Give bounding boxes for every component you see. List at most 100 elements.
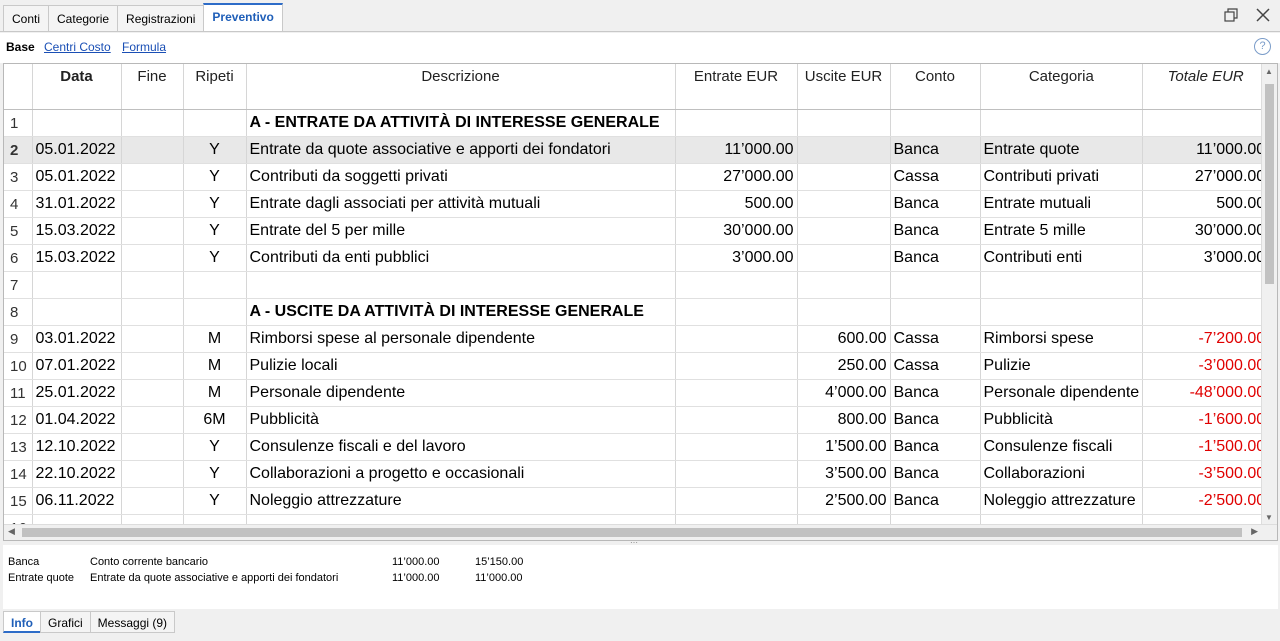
column-header-rownum[interactable] [4,64,33,110]
description-cell[interactable]: Entrate dagli associati per attività mut… [246,190,676,218]
repeat-cell[interactable]: M [183,352,247,380]
total-cell[interactable]: 11’000.00 [1142,136,1270,164]
description-cell[interactable]: Pulizie locali [246,352,676,380]
income-cell[interactable] [675,325,798,353]
table-row[interactable]: 14 22.10.2022 Y Collaborazioni a progetto e… [4,460,1270,488]
account-cell[interactable]: Banca [890,217,981,245]
description-cell[interactable]: Collaborazioni a progetto e occasionali [246,460,676,488]
description-cell[interactable]: Personale dipendente [246,379,676,407]
expense-cell[interactable] [797,217,891,245]
table-row[interactable]: 12 01.04.2022 6M Pubblicità 800.00 Banca Pubbl… [4,406,1270,434]
category-cell[interactable]: Entrate mutuali [980,190,1144,218]
horizontal-scrollbar[interactable]: ◀ ▶ [4,524,1277,540]
account-cell[interactable]: Banca [890,136,981,164]
table-row[interactable]: 4 31.01.2022 Y Entrate dagli associati per … [4,190,1270,218]
repeat-cell[interactable]: Y [183,460,247,488]
expense-cell[interactable] [797,163,891,191]
column-header-data[interactable]: Data [32,64,122,110]
table-row[interactable]: 13 12.10.2022 Y Consulenze fiscali e del la… [4,433,1270,461]
total-cell[interactable]: -3’000.00 [1142,352,1270,380]
account-cell[interactable]: Cassa [890,352,981,380]
category-cell[interactable]: Contributi privati [980,163,1144,191]
account-cell[interactable]: Banca [890,487,981,515]
date-cell[interactable]: 31.01.2022 [32,190,122,218]
date-cell[interactable]: 12.10.2022 [32,433,122,461]
table-row[interactable]: 6 15.03.2022 Y Contributi da enti pubblici 3… [4,244,1270,272]
account-cell[interactable]: Banca [890,244,981,272]
account-cell[interactable] [890,298,981,326]
end-date-cell[interactable] [121,190,184,218]
column-header-ripeti[interactable]: Ripeti [183,64,247,110]
expense-cell[interactable] [797,271,891,299]
account-cell[interactable]: Banca [890,190,981,218]
column-header-descrizione[interactable]: Descrizione [246,64,676,110]
scroll-right-icon[interactable]: ▶ [1251,526,1258,537]
scroll-left-icon[interactable]: ◀ [8,526,15,537]
end-date-cell[interactable] [121,487,184,515]
tab-grafici[interactable]: Grafici [40,611,91,633]
expense-cell[interactable]: 1’500.00 [797,433,891,461]
table-row[interactable]: 5 15.03.2022 Y Entrate del 5 per mille 30’00… [4,217,1270,245]
end-date-cell[interactable] [121,298,184,326]
description-cell[interactable]: Entrate da quote associative e apporti d… [246,136,676,164]
column-header-conto[interactable]: Conto [890,64,981,110]
repeat-cell[interactable] [183,109,247,137]
repeat-cell[interactable]: Y [183,487,247,515]
category-cell[interactable]: Personale dipendente [980,379,1144,407]
date-cell[interactable] [32,109,122,137]
date-cell[interactable]: 15.03.2022 [32,244,122,272]
repeat-cell[interactable]: Y [183,190,247,218]
repeat-cell[interactable]: Y [183,433,247,461]
tab-registrazioni[interactable]: Registrazioni [117,5,205,31]
repeat-cell[interactable]: Y [183,136,247,164]
account-cell[interactable]: Banca [890,460,981,488]
account-cell[interactable]: Cassa [890,163,981,191]
end-date-cell[interactable] [121,217,184,245]
description-cell[interactable]: Pubblicità [246,406,676,434]
expense-cell[interactable] [797,190,891,218]
expense-cell[interactable]: 250.00 [797,352,891,380]
restore-window-icon[interactable] [1224,8,1238,22]
table-row[interactable]: 15 06.11.2022 Y Noleggio attrezzature 2’500.… [4,487,1270,515]
table-row[interactable]: 8 A - USCITE DA ATTIVITÀ DI INTERESSE GEN… [4,298,1270,326]
description-cell[interactable]: Rimborsi spese al personale dipendente [246,325,676,353]
repeat-cell[interactable]: 6M [183,406,247,434]
total-cell[interactable]: -7’200.00 [1142,325,1270,353]
repeat-cell[interactable]: Y [183,163,247,191]
horizontal-scroll-thumb[interactable] [22,528,1242,537]
tab-conti[interactable]: Conti [3,5,50,31]
repeat-cell[interactable]: M [183,325,247,353]
date-cell[interactable] [32,298,122,326]
tab-categorie[interactable]: Categorie [48,5,119,31]
column-header-fine[interactable]: Fine [121,64,184,110]
account-cell[interactable] [890,109,981,137]
income-cell[interactable] [675,460,798,488]
table-row[interactable]: 10 07.01.2022 M Pulizie locali 250.00 Cassa Pu… [4,352,1270,380]
income-cell[interactable] [675,271,798,299]
date-cell[interactable]: 03.01.2022 [32,325,122,353]
total-cell[interactable]: -48’000.00 [1142,379,1270,407]
income-cell[interactable]: 30’000.00 [675,217,798,245]
total-cell[interactable]: 3’000.00 [1142,244,1270,272]
income-cell[interactable] [675,109,798,137]
vertical-scroll-thumb[interactable] [1265,84,1274,284]
end-date-cell[interactable] [121,325,184,353]
category-cell[interactable]: Collaborazioni [980,460,1144,488]
account-cell[interactable]: Banca [890,433,981,461]
total-cell[interactable]: -1’500.00 [1142,433,1270,461]
income-cell[interactable] [675,352,798,380]
scroll-down-icon[interactable]: ▼ [1265,513,1273,522]
category-cell[interactable]: Entrate quote [980,136,1144,164]
date-cell[interactable]: 01.04.2022 [32,406,122,434]
date-cell[interactable]: 22.10.2022 [32,460,122,488]
table-row[interactable]: 1 A - ENTRATE DA ATTIVITÀ DI INTERESSE GE… [4,109,1270,137]
description-cell[interactable] [246,271,676,299]
end-date-cell[interactable] [121,109,184,137]
expense-cell[interactable] [797,109,891,137]
end-date-cell[interactable] [121,433,184,461]
category-cell[interactable]: Pubblicità [980,406,1144,434]
vertical-scrollbar[interactable]: ▲ ▼ [1261,64,1277,540]
description-cell[interactable]: Contributi da enti pubblici [246,244,676,272]
table-row[interactable]: 11 25.01.2022 M Personale dipendente 4’000.0… [4,379,1270,407]
date-cell[interactable]: 15.03.2022 [32,217,122,245]
